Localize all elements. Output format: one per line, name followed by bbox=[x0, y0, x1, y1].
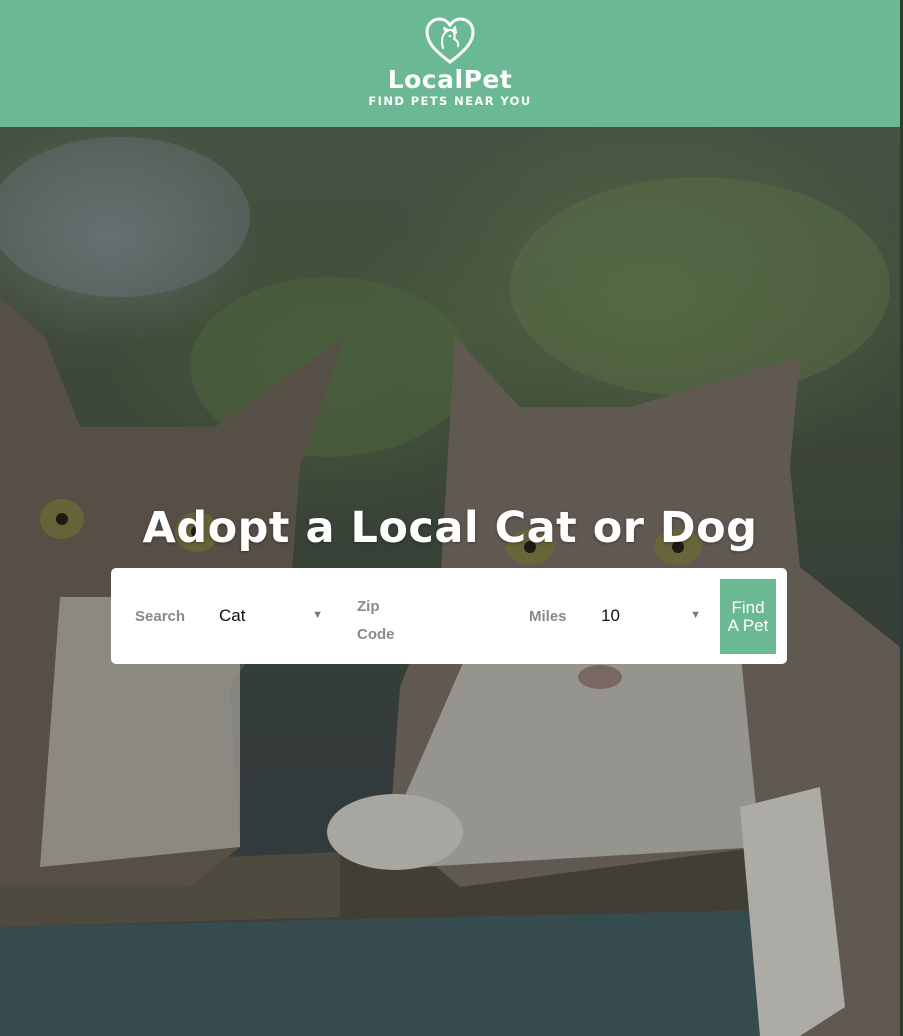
find-a-pet-button[interactable]: Find A Pet bbox=[720, 579, 776, 654]
zip-code-label: Zip Code bbox=[357, 598, 395, 643]
pet-type-select[interactable]: Cat ▼ bbox=[219, 606, 323, 628]
miles-value: 10 bbox=[601, 606, 620, 625]
brand-tagline: FIND PETS NEAR YOU bbox=[368, 94, 532, 108]
pet-search-form: Search Cat ▼ Zip Code Miles 10 ▼ Find A … bbox=[111, 568, 787, 664]
search-label: Search bbox=[135, 608, 186, 625]
hero-headline: Adopt a Local Cat or Dog bbox=[142, 503, 758, 553]
pet-type-value: Cat bbox=[219, 606, 246, 625]
caret-down-icon: ▼ bbox=[690, 609, 701, 621]
brand-name[interactable]: LocalPet bbox=[388, 66, 513, 94]
heart-dog-logo-icon[interactable] bbox=[424, 16, 476, 66]
site-header: LocalPet FIND PETS NEAR YOU bbox=[0, 0, 900, 127]
caret-down-icon: ▼ bbox=[312, 609, 323, 621]
zip-code-input[interactable] bbox=[421, 594, 521, 638]
miles-label: Miles bbox=[529, 608, 567, 625]
miles-select[interactable]: 10 ▼ bbox=[601, 606, 701, 628]
